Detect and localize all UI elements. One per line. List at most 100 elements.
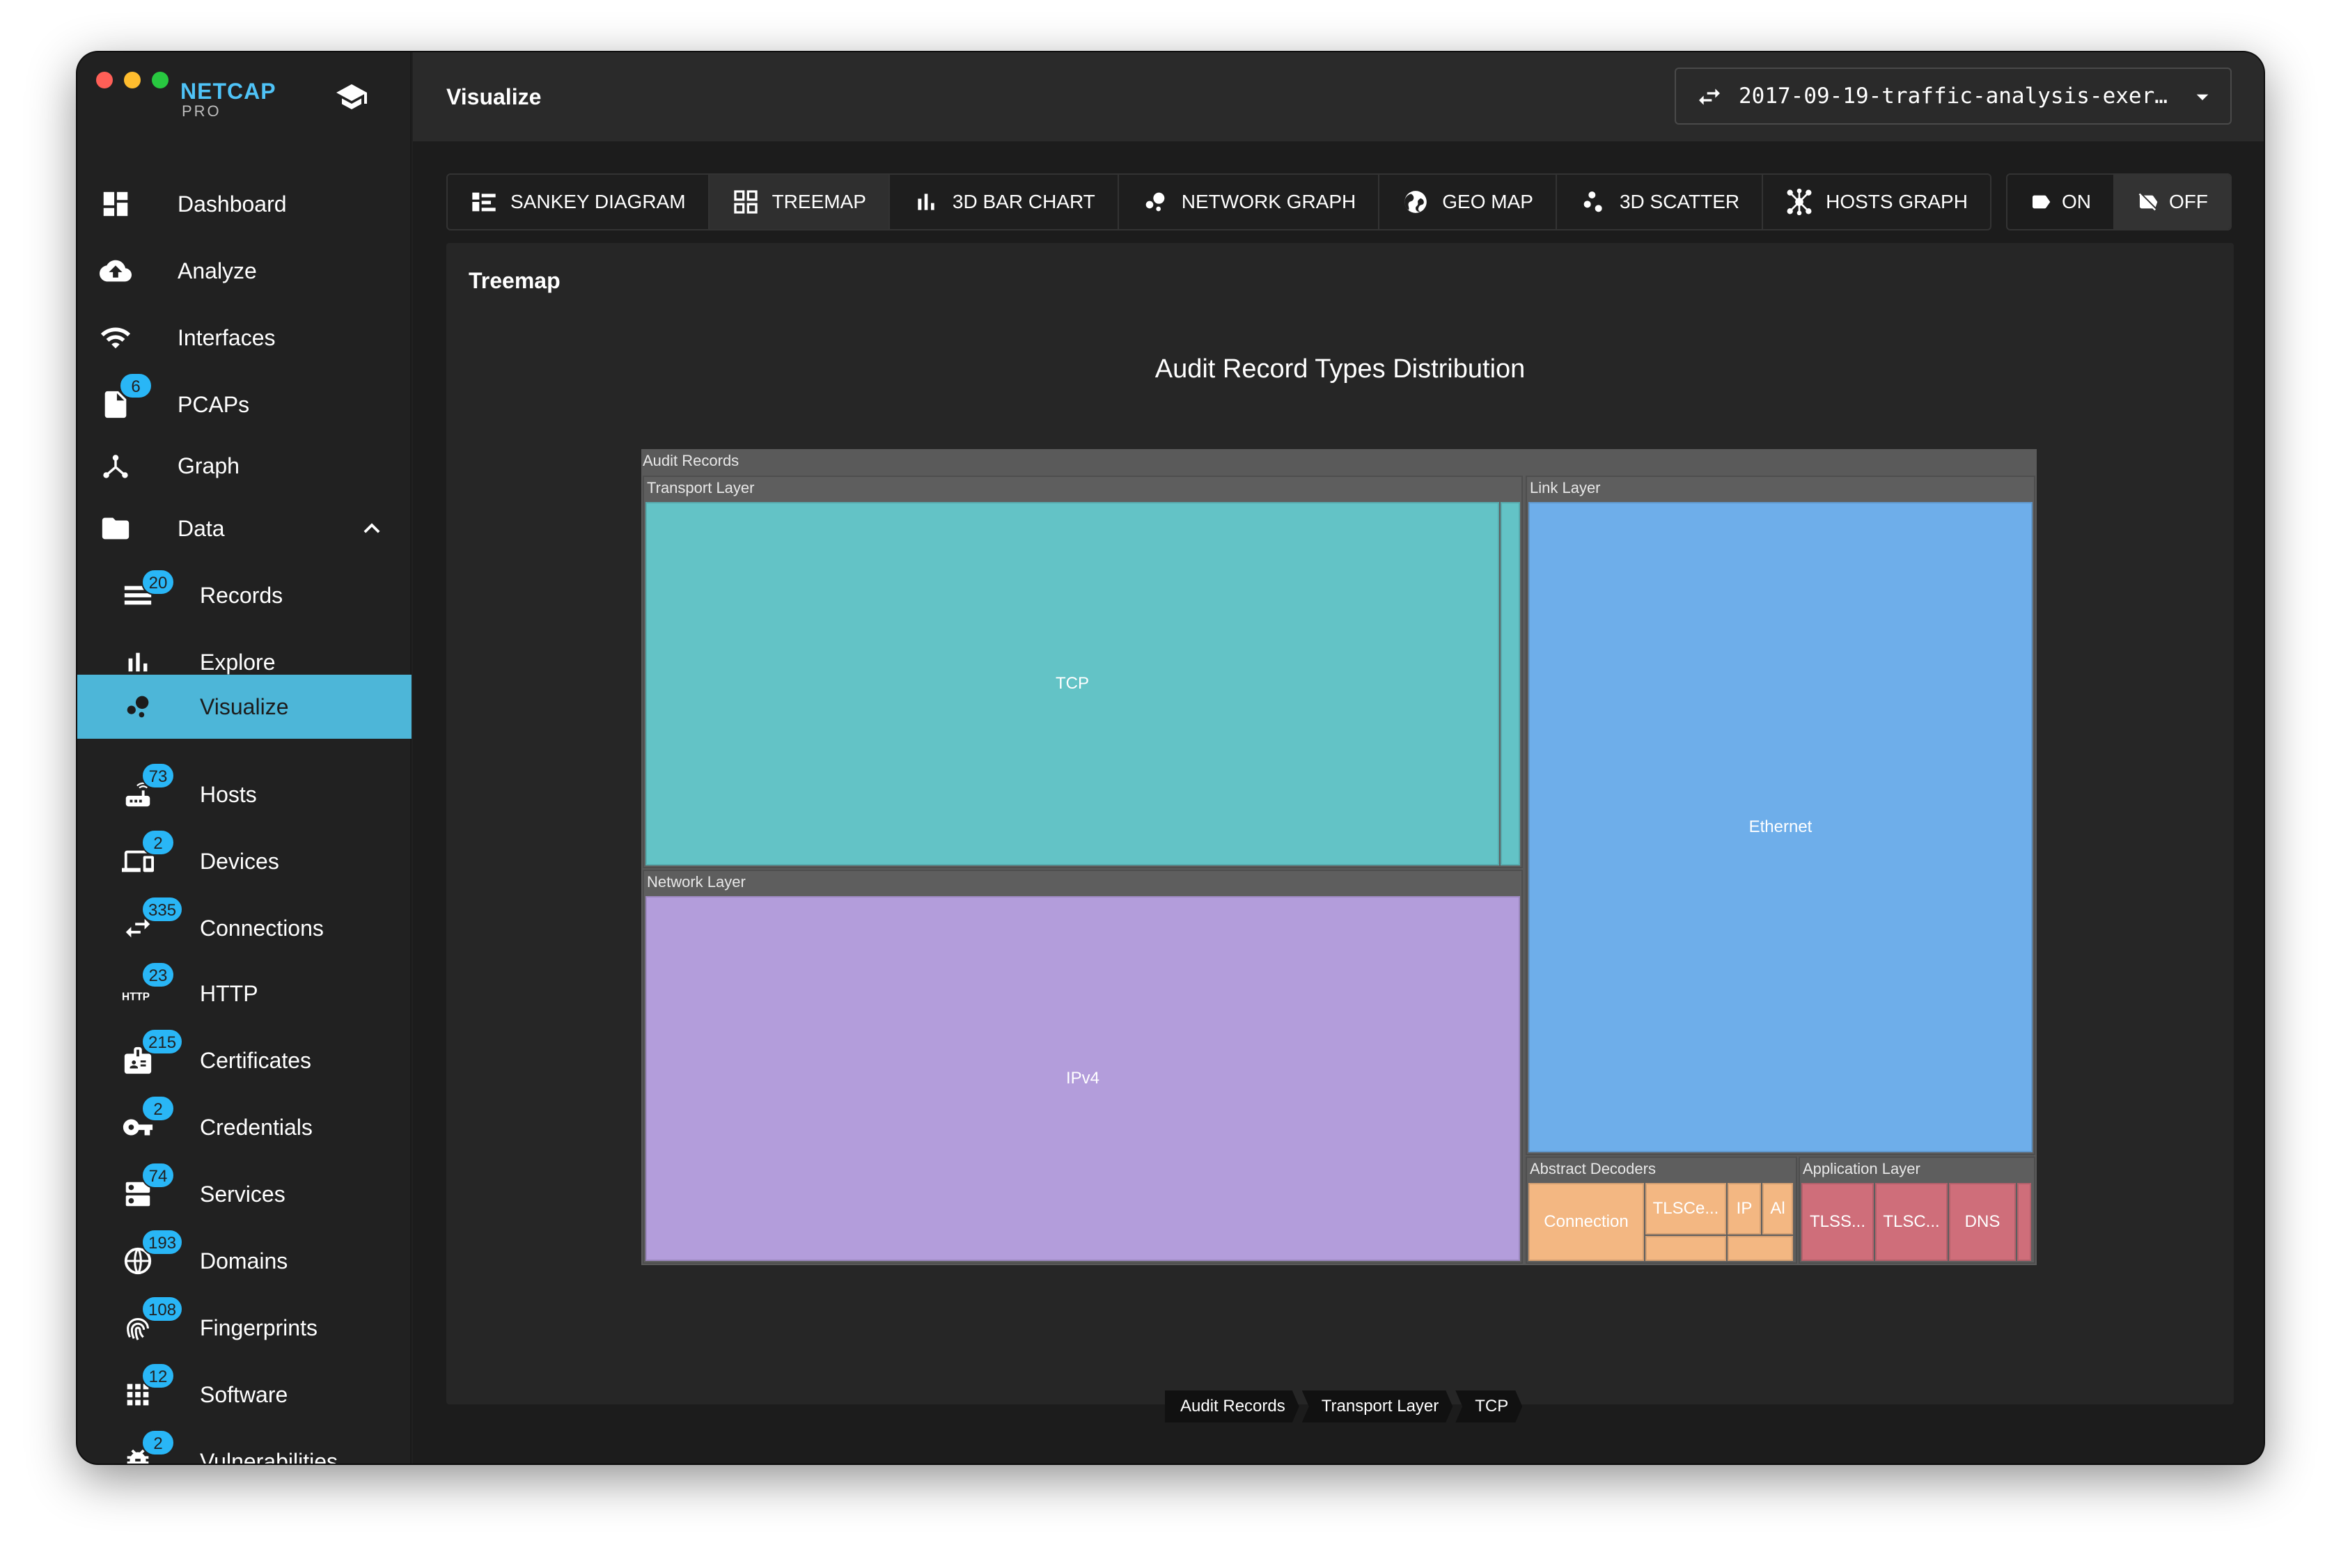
treemap-leaf-label: TLSC... [1883,1212,1940,1231]
globe-icon [1404,191,1427,213]
treemap-leaf-connection[interactable]: Connection [1528,1183,1644,1261]
sidebar-item-label: Dashboard [178,191,287,217]
page-title: Visualize [446,84,542,109]
treemap-leaf-application-small[interactable] [2017,1183,2031,1261]
sidebar-item-certificates[interactable]: 215 Certificates [77,1028,412,1092]
treemap-leaf-tcp[interactable]: TCP [645,502,1499,865]
tab-network-graph[interactable]: NETWORK GRAPH [1119,175,1380,229]
treemap-leaf-al[interactable]: Al [1762,1183,1793,1234]
fingerprints-count-badge: 108 [141,1296,184,1322]
breadcrumb-item[interactable]: TCP [1455,1390,1522,1422]
sidebar-item-hosts[interactable]: 73 Hosts [77,762,412,826]
sidebar-item-domains[interactable]: 193 Domains [77,1229,412,1293]
treemap-leaf-ipv4[interactable]: IPv4 [645,896,1520,1261]
treemap-group-label: Network Layer [647,873,746,891]
chevron-up-icon[interactable] [356,512,388,544]
treemap-group-link-layer[interactable]: Link Layer Ethernet [1526,476,2035,1155]
tab-geo-map[interactable]: GEO MAP [1379,175,1557,229]
treemap-group-label: Transport Layer [647,479,755,496]
sidebar-item-services[interactable]: 74 Services [77,1162,412,1226]
treemap-leaf-tlss[interactable]: TLSS... [1801,1183,1874,1261]
sidebar-item-interfaces[interactable]: Interfaces [77,306,412,370]
on-off-toggle: ON OFF [2006,173,2232,230]
sidebar-item-http[interactable]: HTTP 23 HTTP [77,962,412,1026]
treemap-leaf-label: DNS [1964,1212,2001,1231]
tab-label: TREEMAP [772,191,866,212]
tab-treemap[interactable]: TREEMAP [709,175,890,229]
label-icon [2033,195,2051,209]
off-label: OFF [2169,191,2208,212]
treemap-leaf-ip[interactable]: IP [1728,1183,1761,1234]
swap-horiz-icon [1696,83,1723,111]
cloud-upload-icon [100,255,132,287]
bar-chart-icon [918,194,934,210]
zoom-window-button[interactable] [152,72,169,88]
sidebar-item-label: Visualize [200,694,289,719]
wifi-icon [100,322,132,354]
sidebar-item-label: Domains [200,1248,288,1273]
sidebar-item-data[interactable]: Data [77,496,412,560]
treemap-icon [733,190,758,214]
sidebar-item-pcaps[interactable]: 6 PCAPs [77,373,412,437]
dashboard-icon [100,188,132,220]
treemap-group-application-layer[interactable]: Application Layer TLSS... TLSC... DNS [1799,1157,2035,1264]
breadcrumb-item[interactable]: Audit Records [1165,1390,1299,1422]
sidebar-item-software[interactable]: 12 Software [77,1363,412,1427]
treemap-leaf-label: Ethernet [1748,817,1812,836]
sidebar-item-visualize[interactable]: Visualize [77,675,412,739]
treemap-leaf-tlsc[interactable]: TLSC... [1875,1183,1948,1261]
treemap-leaf-abstract-small[interactable] [1645,1236,1726,1261]
tab-label: 3D BAR CHART [952,191,1095,212]
tab-3d-scatter[interactable]: 3D SCATTER [1557,175,1764,229]
sidebar-item-fingerprints[interactable]: 108 Fingerprints [77,1296,412,1360]
sidebar-item-dashboard[interactable]: Dashboard [77,172,412,236]
sidebar-item-label: Analyze [178,258,257,283]
tab-label: SANKEY DIAGRAM [510,191,686,212]
file-select[interactable]: 2017-09-19-traffic-analysis-exer… [1675,68,2232,125]
sidebar-item-credentials[interactable]: 2 Credentials [77,1095,412,1159]
sidebar-item-label: Fingerprints [200,1315,318,1340]
svg-text:HTTP: HTTP [122,991,150,1003]
sidebar-item-label: Connections [200,916,324,941]
bubble-chart-icon [122,691,154,723]
sidebar-item-vulnerabilities[interactable]: 2 Vulnerabilities [77,1429,412,1464]
dropdown-arrow-icon [2189,83,2216,111]
treemap-leaf-abstract-tiny[interactable] [1728,1236,1793,1261]
sidebar-item-connections[interactable]: 335 Connections [77,896,412,960]
sidebar-item-label: Graph [178,453,240,478]
chart-title: Audit Record Types Distribution [1154,354,1526,384]
records-count-badge: 20 [141,569,175,595]
tab-sankey-diagram[interactable]: SANKEY DIAGRAM [448,175,710,229]
treemap-group-abstract-decoders[interactable]: Abstract Decoders Connection TLSCe... IP… [1526,1157,1797,1264]
http-count-badge: 23 [141,962,175,988]
minimize-window-button[interactable] [124,72,141,88]
treemap-leaf-ethernet[interactable]: Ethernet [1528,502,2033,1152]
graduation-cap-icon[interactable] [335,80,368,113]
services-count-badge: 74 [141,1162,175,1189]
sidebar-item-label: Interfaces [178,325,276,350]
sidebar-item-label: Hosts [200,782,257,807]
visualization-tabs: SANKEY DIAGRAM TREEMAP 3D BAR CHART NETW… [446,173,1991,230]
sidebar-item-devices[interactable]: 2 Devices [77,829,412,893]
treemap-leaf-label: Connection [1544,1212,1629,1231]
on-button[interactable]: ON [2007,175,2115,229]
treemap-leaf-dns[interactable]: DNS [1949,1183,2016,1261]
sidebar-item-records[interactable]: 20 Records [77,563,412,627]
treemap-leaf-tlsce[interactable]: TLSCe... [1645,1183,1726,1234]
label-off-icon [2138,193,2158,211]
treemap-leaf-label: TCP [1056,674,1089,693]
sidebar-item-graph[interactable]: Graph [77,434,412,498]
sidebar-item-analyze[interactable]: Analyze [77,239,412,303]
off-button[interactable]: OFF [2115,175,2230,229]
treemap-leaf-udp[interactable] [1501,502,1520,865]
close-window-button[interactable] [96,72,113,88]
domains-count-badge: 193 [141,1229,184,1255]
breadcrumb-item[interactable]: Transport Layer [1302,1390,1453,1422]
tab-hosts-graph[interactable]: HOSTS GRAPH [1763,175,1990,229]
tab-3d-bar-chart[interactable]: 3D BAR CHART [890,175,1119,229]
connections-count-badge: 335 [141,896,184,923]
main-content: Visualize 2017-09-19-traffic-analysis-ex… [413,52,2264,1464]
breadcrumb: Audit Records Transport Layer TCP [1165,1390,1525,1422]
treemap-group-transport-layer[interactable]: Transport Layer TCP [643,476,1523,868]
treemap-group-network-layer[interactable]: Network Layer IPv4 [643,870,1523,1264]
